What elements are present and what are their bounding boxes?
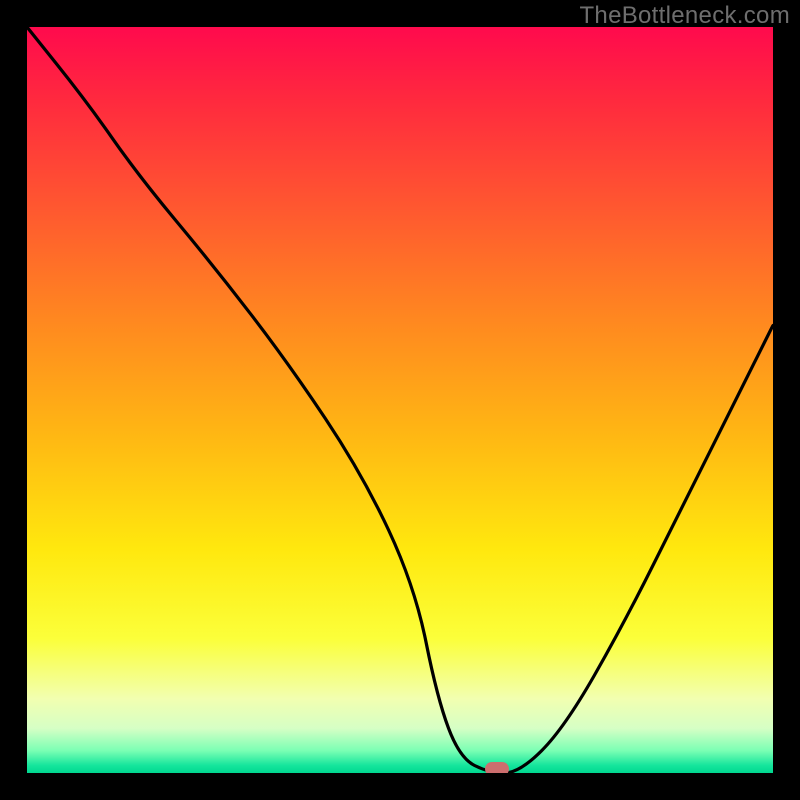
chart-frame: TheBottleneck.com	[0, 0, 800, 800]
bottleneck-curve	[27, 27, 773, 773]
watermark-text: TheBottleneck.com	[579, 2, 790, 30]
curve-path	[27, 27, 773, 773]
optimal-marker	[485, 762, 509, 773]
plot-area	[27, 27, 773, 773]
